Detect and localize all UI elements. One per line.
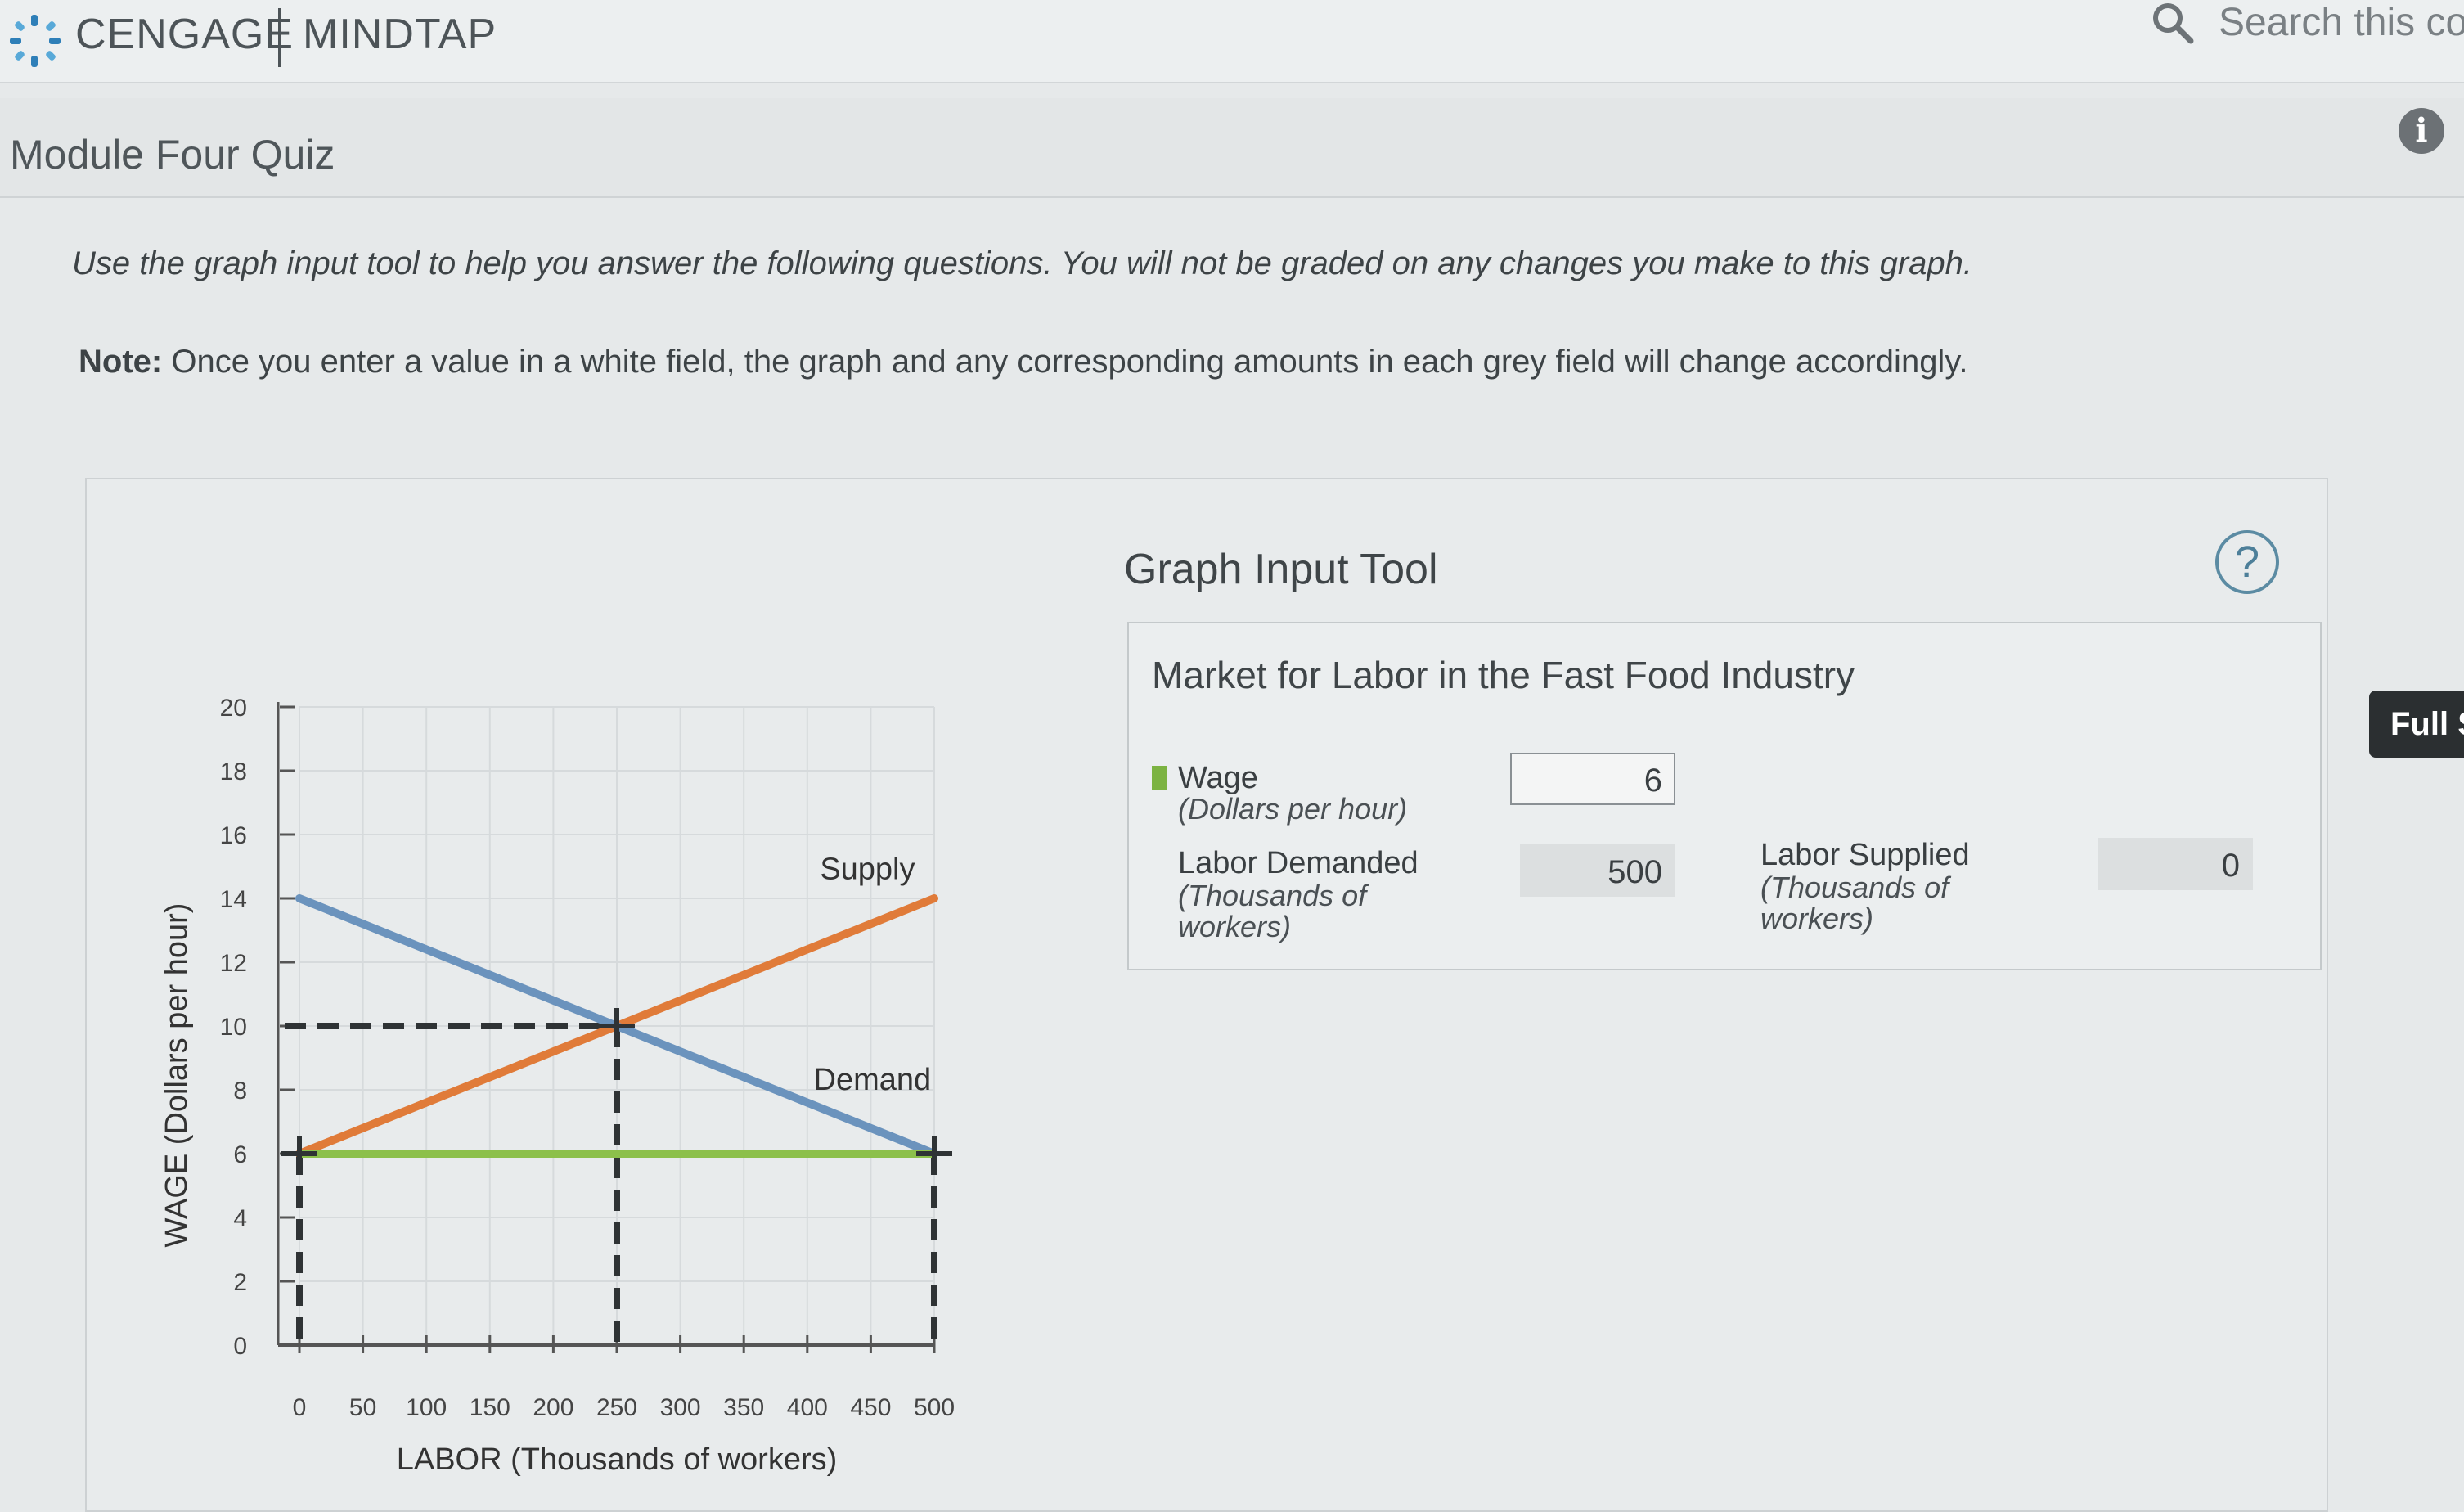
wage-input[interactable]: 6 bbox=[1510, 753, 1675, 805]
x-tick-label: 450 bbox=[850, 1394, 891, 1421]
wage-legend-swatch bbox=[1152, 766, 1167, 790]
supply-label: Supply bbox=[820, 853, 915, 887]
y-tick-label: 0 bbox=[233, 1333, 247, 1360]
wage-unit: (Dollars per hour) bbox=[1178, 792, 1408, 826]
demand-label: Demand bbox=[814, 1063, 932, 1097]
y-tick-label: 8 bbox=[233, 1078, 247, 1105]
x-tick-label: 150 bbox=[470, 1394, 510, 1421]
graph-input-tool-title: Graph Input Tool bbox=[1124, 546, 1438, 593]
x-tick-label: 200 bbox=[533, 1394, 573, 1421]
x-tick-label: 50 bbox=[349, 1394, 376, 1421]
y-tick-label: 12 bbox=[220, 950, 247, 977]
x-tick-label: 0 bbox=[293, 1394, 307, 1421]
y-tick-label: 18 bbox=[220, 758, 247, 785]
x-tick-label: 400 bbox=[787, 1394, 828, 1421]
labor-supplied-unit-1: (Thousands of bbox=[1760, 871, 1949, 904]
y-tick-label: 10 bbox=[220, 1014, 247, 1041]
x-tick-label: 100 bbox=[406, 1394, 447, 1421]
y-tick-label: 6 bbox=[233, 1141, 247, 1168]
labor-demanded-label: Labor Demanded bbox=[1178, 846, 1419, 880]
y-axis-title: WAGE (Dollars per hour) bbox=[160, 903, 194, 1248]
wage-label: Wage bbox=[1178, 761, 1258, 795]
x-tick-label: 300 bbox=[660, 1394, 701, 1421]
input-table: Market for Labor in the Fast Food Indust… bbox=[1127, 622, 2322, 970]
labor-demanded-unit-2: workers) bbox=[1178, 910, 1292, 943]
labor-demanded-value: 500 bbox=[1520, 844, 1675, 897]
y-tick-label: 16 bbox=[220, 822, 247, 849]
x-tick-label: 250 bbox=[596, 1394, 637, 1421]
labor-demanded-unit-1: (Thousands of bbox=[1178, 879, 1367, 912]
labor-supplied-value: 0 bbox=[2098, 838, 2253, 890]
y-tick-label: 14 bbox=[220, 886, 247, 913]
table-title: Market for Labor in the Fast Food Indust… bbox=[1152, 654, 1855, 696]
x-tick-label: 500 bbox=[914, 1394, 955, 1421]
full-screen-button[interactable]: Full S bbox=[2369, 691, 2464, 758]
y-tick-label: 4 bbox=[233, 1205, 247, 1232]
labor-supplied-unit-2: workers) bbox=[1760, 902, 1874, 935]
y-tick-label: 20 bbox=[220, 695, 247, 722]
labor-supplied-label: Labor Supplied bbox=[1760, 838, 1970, 872]
y-tick-label: 2 bbox=[233, 1269, 247, 1296]
help-icon[interactable]: ? bbox=[2215, 530, 2279, 594]
x-tick-label: 350 bbox=[723, 1394, 764, 1421]
x-axis-title: LABOR (Thousands of workers) bbox=[397, 1442, 838, 1477]
